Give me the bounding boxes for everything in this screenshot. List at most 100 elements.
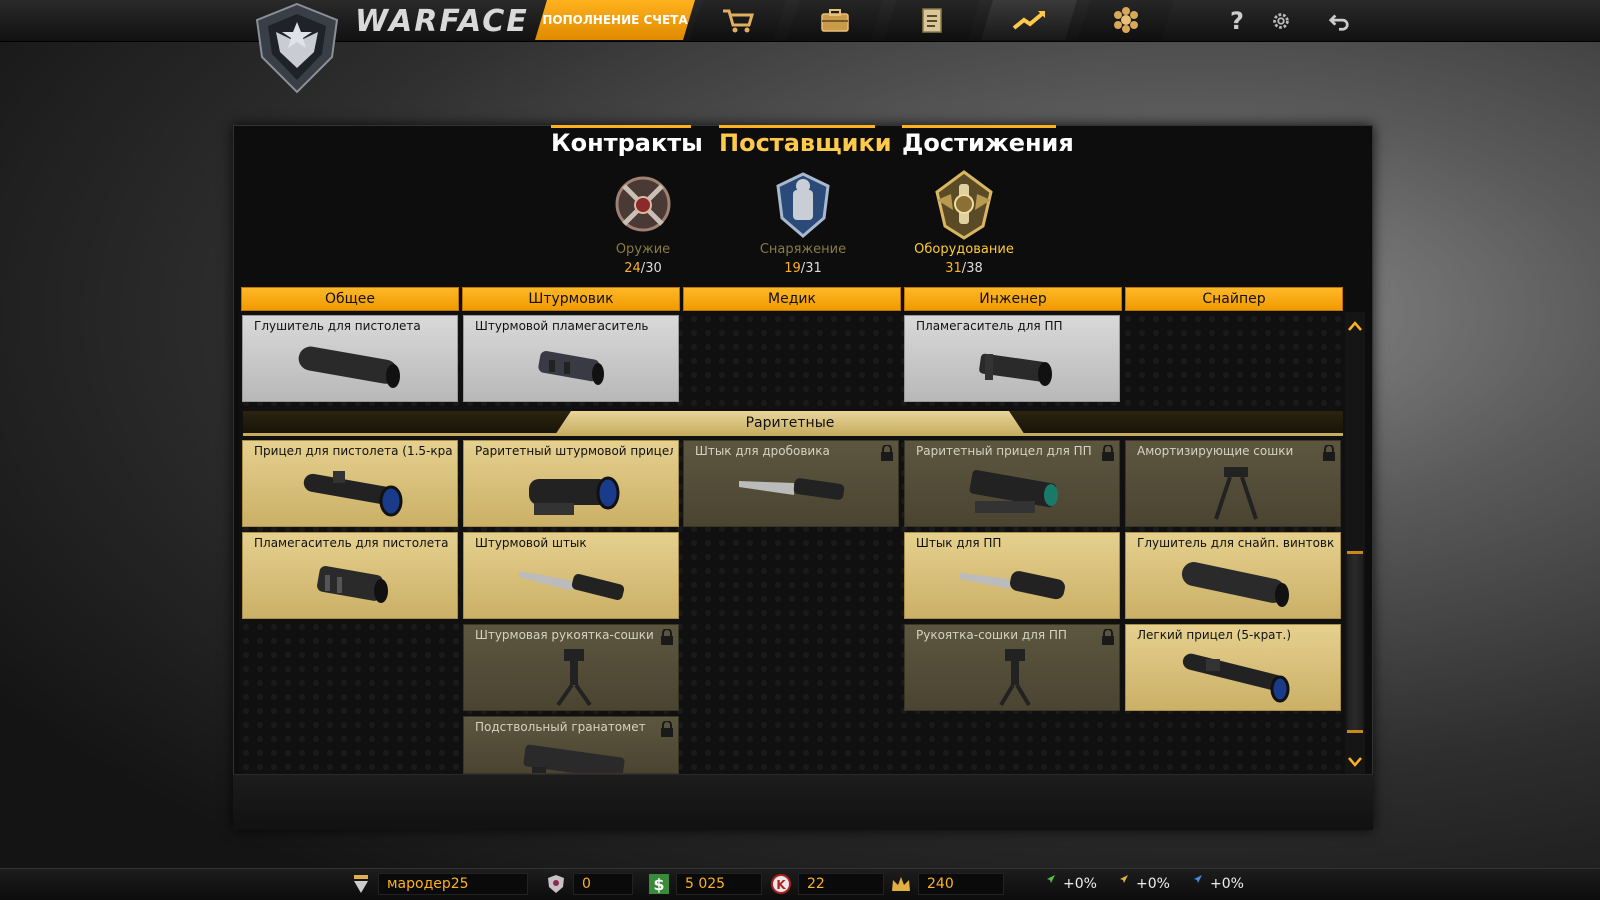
bipod-grip-icon <box>999 649 1031 707</box>
weapons-emblem-icon <box>615 176 671 232</box>
scroll-up-button[interactable] <box>1345 316 1365 336</box>
top-up-account-button[interactable]: ПОПОЛНЕНИЕ СЧЕТА <box>535 0 695 40</box>
help-button[interactable]: ? <box>1220 4 1254 38</box>
item-name: Рукоятка-сошки для ПП <box>916 628 1067 642</box>
scope-icon <box>529 476 620 515</box>
tab-suppliers[interactable]: Поставщики <box>719 125 892 157</box>
bipod-grip-icon <box>556 649 592 707</box>
item-card[interactable]: Раритетный штурмовой прицел <box>463 440 679 527</box>
flash-hider-icon <box>979 353 1052 386</box>
category-weapons[interactable]: Оружие 24/30 <box>573 170 713 276</box>
category-weapons-name: Оружие <box>615 242 671 257</box>
tab-contracts[interactable]: Контракты <box>551 125 703 157</box>
suppressor-icon <box>298 346 400 388</box>
nav-missions-button[interactable] <box>884 0 980 40</box>
lock-icon <box>661 721 673 737</box>
item-name: Легкий прицел (5-крат.) <box>1137 628 1292 642</box>
item-card[interactable]: Штурмовой штык <box>463 532 679 619</box>
lock-icon <box>661 629 673 645</box>
xp-boost-arrow-icon <box>1038 875 1055 892</box>
item-card[interactable]: Амортизирующие сошки <box>1125 440 1341 527</box>
item-name: Пламегаситель для пистолета <box>254 536 449 550</box>
item-name: Подствольный гранатомет <box>475 720 646 734</box>
item-name: Глушитель для снайп. винтовки <box>1137 536 1335 550</box>
item-card[interactable]: Легкий прицел (5-крат.) <box>1125 624 1341 711</box>
gear-armor-emblem-icon <box>776 172 830 238</box>
item-card[interactable]: Штык для дробовика <box>683 440 899 527</box>
lock-icon <box>1102 629 1114 645</box>
item-card[interactable]: Прицел для пистолета (1.5-крат.) <box>242 440 458 527</box>
item-card[interactable]: Рукоятка-сошки для ПП <box>904 624 1120 711</box>
item-name: Амортизирующие сошки <box>1137 444 1294 458</box>
svg-text:K: K <box>776 878 786 892</box>
bayonet-icon <box>960 571 1065 600</box>
category-equipment-count: 31/38 <box>945 261 983 276</box>
nav-shop-button[interactable] <box>690 0 786 40</box>
scope-icon <box>1182 653 1290 703</box>
tab-suppliers-label: Поставщики <box>719 129 892 157</box>
rank-points: 0 <box>545 868 633 900</box>
clan-emblem-icon <box>1107 6 1145 34</box>
bayonet-icon <box>739 478 845 500</box>
crown-icon <box>892 877 910 891</box>
item-card[interactable]: Подствольный гранатомет <box>463 716 679 774</box>
item-name: Раритетный штурмовой прицел <box>475 444 673 458</box>
flash-hider-icon <box>538 351 604 385</box>
player-nickname: мародер25 <box>378 873 528 895</box>
item-card[interactable]: Раритетный прицел для ПП <box>904 440 1120 527</box>
kredits-balance: K 22 <box>770 868 884 900</box>
rare-section-label: Раритетные <box>555 411 1025 435</box>
tab-achievements[interactable]: Достижения <box>902 125 1074 157</box>
category-gear-count: 19/31 <box>784 261 822 276</box>
category-equipment[interactable]: Оборудование 31/38 <box>894 170 1034 276</box>
item-card[interactable]: Глушитель для пистолета <box>242 315 458 402</box>
class-header-medic[interactable]: Медик <box>683 287 901 311</box>
shield-heart-icon <box>548 875 564 893</box>
item-name: Штурмовой пламегаситель <box>475 319 649 333</box>
item-name: Глушитель для пистолета <box>254 319 421 333</box>
item-name: Штурмовой штык <box>475 536 587 550</box>
scope-icon <box>303 471 403 517</box>
lock-icon <box>1323 445 1335 461</box>
boost-xp: +0% <box>1035 868 1097 900</box>
settings-button[interactable] <box>1264 4 1298 38</box>
category-weapons-count: 24/30 <box>624 261 662 276</box>
item-card[interactable]: Глушитель для снайп. винтовки <box>1125 532 1341 619</box>
item-card[interactable]: Штык для ПП <box>904 532 1120 619</box>
inventory-briefcase-icon <box>816 6 854 34</box>
dollar-icon: $ <box>649 874 669 894</box>
boost-money: +0% <box>1182 868 1244 900</box>
bayonet-icon <box>519 571 625 600</box>
nav-clan-button[interactable] <box>1078 0 1174 40</box>
nav-inventory-button[interactable] <box>787 0 883 40</box>
item-card[interactable]: Штурмовой пламегаситель <box>463 315 679 402</box>
class-header-rifleman[interactable]: Штурмовик <box>462 287 680 311</box>
class-header-general[interactable]: Общее <box>241 287 459 311</box>
boost-vp: +0% <box>1108 868 1170 900</box>
player-info[interactable]: мародер25 <box>350 868 528 900</box>
category-gear-name: Снаряжение <box>759 242 847 257</box>
item-name: Прицел для пистолета (1.5-крат.) <box>254 444 452 458</box>
item-name: Штык для дробовика <box>695 444 830 458</box>
item-card[interactable]: Штурмовая рукоятка-сошки <box>463 624 679 711</box>
exit-button[interactable] <box>1322 4 1356 38</box>
money-balance: $ 5 025 <box>648 868 762 900</box>
class-header-sniper[interactable]: Снайпер <box>1125 287 1343 311</box>
nav-progress-button[interactable] <box>981 0 1077 40</box>
class-header-engineer[interactable]: Инженер <box>904 287 1122 311</box>
money-boost-arrow-icon <box>1185 875 1202 892</box>
chevron-down-icon <box>1348 757 1362 767</box>
scope-icon <box>969 470 1058 513</box>
lock-icon <box>881 445 893 461</box>
chevron-up-icon <box>1348 321 1362 331</box>
vp-boost-arrow-icon <box>1111 875 1128 892</box>
logo-wordmark: WARFACE <box>355 4 529 39</box>
category-gear[interactable]: Снаряжение 19/31 <box>733 170 873 276</box>
scroll-down-button[interactable] <box>1345 752 1365 772</box>
scrollbar-thumb[interactable] <box>1347 551 1363 733</box>
warface-logo-icon <box>252 2 342 94</box>
svg-text:$: $ <box>653 875 664 894</box>
item-card[interactable]: Пламегаситель для ПП <box>904 315 1120 402</box>
rank-chevron-icon <box>354 875 368 893</box>
item-card[interactable]: Пламегаситель для пистолета <box>242 532 458 619</box>
